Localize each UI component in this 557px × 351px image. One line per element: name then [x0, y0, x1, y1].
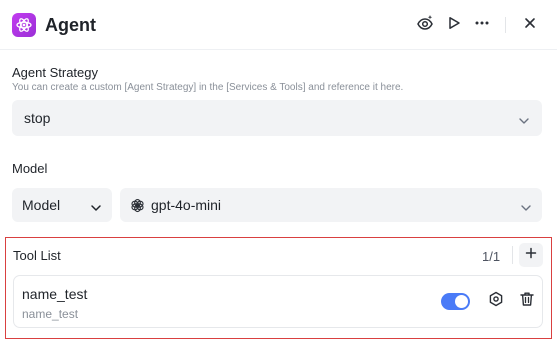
more-button[interactable] — [470, 13, 494, 37]
close-button[interactable] — [518, 13, 542, 37]
model-select[interactable]: gpt-4o-mini — [120, 188, 542, 222]
tool-list-section: Tool List 1/1 name_test name_test — [5, 237, 552, 339]
more-horizontal-icon — [474, 15, 490, 36]
openai-icon — [130, 198, 145, 213]
tool-delete-button[interactable] — [517, 291, 537, 311]
run-button[interactable] — [442, 13, 466, 37]
eye-sparkle-icon — [416, 14, 434, 37]
tool-enabled-toggle[interactable] — [441, 293, 470, 310]
chevron-down-icon — [520, 200, 532, 211]
header-divider — [505, 17, 506, 33]
panel-header: Agent — [0, 0, 557, 50]
gear-icon — [488, 291, 504, 312]
preview-button[interactable] — [413, 13, 437, 37]
chevron-down-icon — [90, 200, 102, 211]
chevron-down-icon — [518, 113, 530, 124]
model-type-value: Model — [22, 197, 61, 213]
strategy-value: stop — [24, 110, 51, 126]
model-value: gpt-4o-mini — [151, 197, 222, 213]
tool-description: name_test — [22, 307, 79, 321]
strategy-description: You can create a custom [Agent Strategy]… — [12, 82, 404, 93]
toggle-knob — [455, 295, 468, 308]
agent-atom-icon — [12, 13, 36, 37]
tool-list-label: Tool List — [13, 248, 61, 263]
trash-icon — [519, 291, 535, 312]
add-tool-button[interactable] — [519, 243, 543, 267]
tool-item[interactable]: name_test name_test — [13, 275, 543, 328]
model-label: Model — [12, 161, 48, 176]
strategy-label: Agent Strategy — [12, 65, 98, 80]
strategy-select[interactable]: stop — [12, 100, 542, 136]
tool-count: 1/1 — [482, 249, 501, 264]
tool-settings-button[interactable] — [486, 291, 506, 311]
tool-name: name_test — [22, 286, 88, 302]
model-type-select[interactable]: Model — [12, 188, 112, 222]
tool-header-divider — [512, 246, 513, 264]
plus-icon — [525, 246, 537, 264]
close-icon — [524, 16, 536, 34]
play-icon — [447, 16, 461, 35]
page-title: Agent — [45, 15, 96, 35]
